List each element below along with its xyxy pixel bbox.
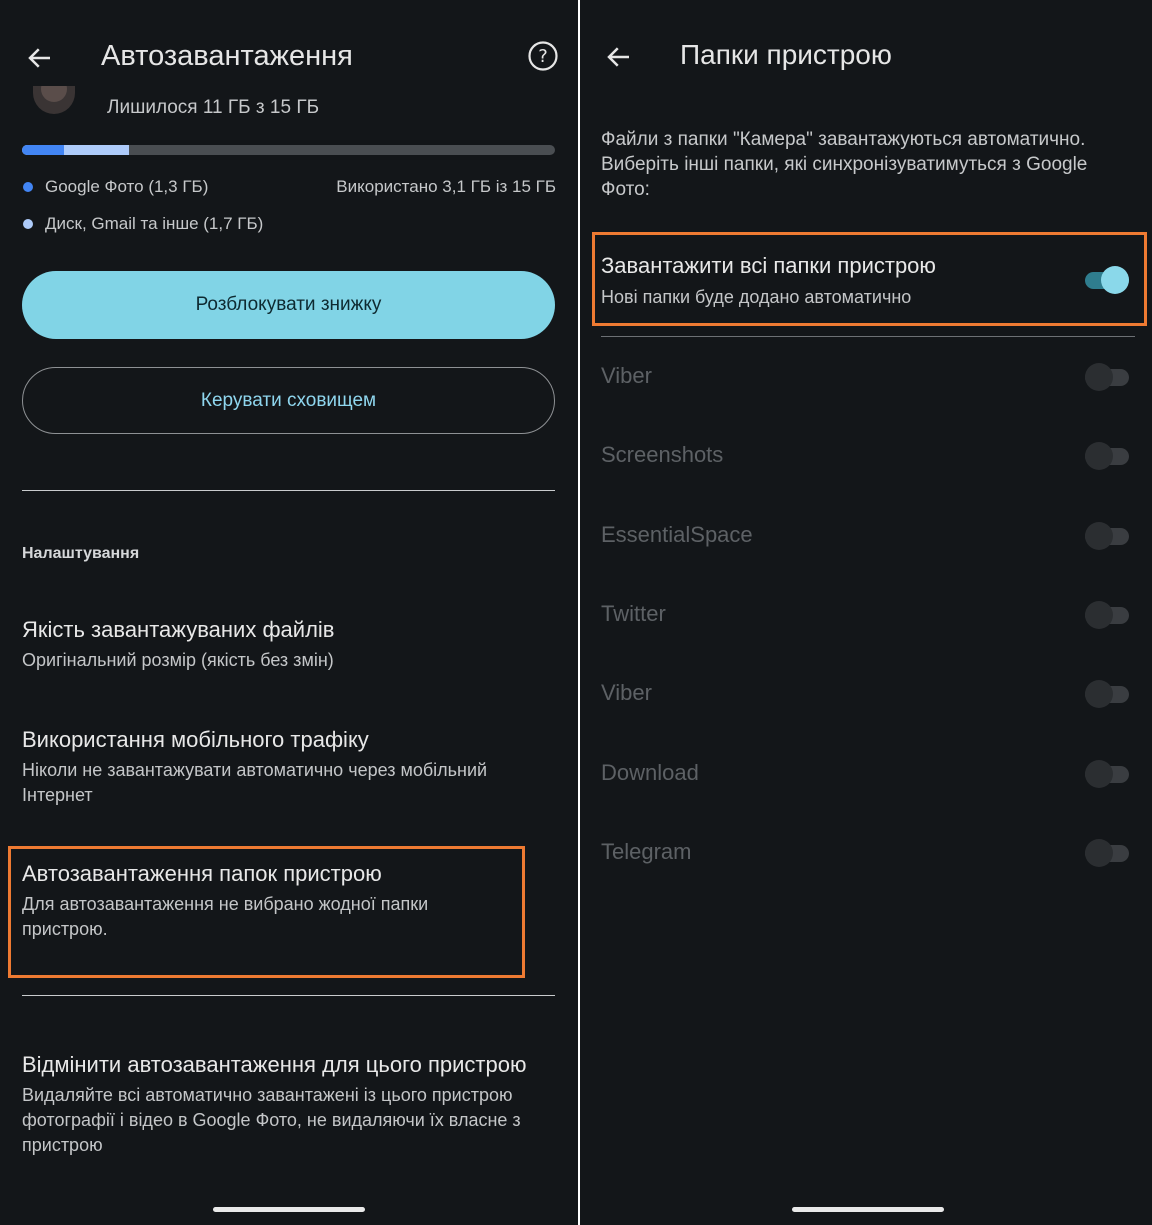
svg-text:?: ? xyxy=(538,46,548,67)
upload-all-toggle[interactable] xyxy=(1085,266,1129,294)
device-folders-setting-title: Автозавантаження папок пристрою xyxy=(22,861,382,886)
folder-name: Download xyxy=(601,759,699,785)
drive-legend-label: Диск, Gmail та інше (1,7 ГБ) xyxy=(45,214,264,233)
disable-auto-upload-setting[interactable]: Відмінити автозавантаження для цього при… xyxy=(22,1052,567,1158)
auto-upload-screen: Автозавантаження ? Лишилося 11 ГБ з 15 Г… xyxy=(0,0,578,1225)
manage-storage-button[interactable]: Керувати сховищем xyxy=(22,367,555,434)
upload-all-subtitle: Нові папки буде додано автоматично xyxy=(601,287,912,307)
photos-legend-label: Google Фото (1,3 ГБ) xyxy=(45,177,209,196)
folder-row[interactable]: Screenshots xyxy=(580,442,1152,474)
folder-row[interactable]: Viber xyxy=(580,363,1152,395)
folder-row[interactable]: Telegram xyxy=(580,838,1152,871)
folder-toggle[interactable] xyxy=(1085,838,1129,867)
folder-name: Screenshots xyxy=(601,442,724,468)
storage-photos-fill xyxy=(22,145,64,155)
device-folders-setting-subtitle: Для автозавантаження не вибрано жодної п… xyxy=(22,894,429,939)
device-folders-setting[interactable]: Автозавантаження папок пристрою Для авто… xyxy=(22,861,512,942)
quality-setting[interactable]: Якість завантажуваних файлів Оригінальни… xyxy=(22,617,557,673)
storage-remaining: Лишилося 11 ГБ з 15 ГБ xyxy=(107,97,320,118)
folder-toggle[interactable] xyxy=(1085,442,1129,471)
folder-toggle[interactable] xyxy=(1085,363,1129,391)
quality-setting-subtitle: Оригінальний розмір (якість без змін) xyxy=(22,650,334,670)
arrow-left-icon[interactable] xyxy=(25,43,55,73)
storage-used-text: Використано 3,1 ГБ із 15 ГБ xyxy=(336,177,556,196)
folder-name: EssentialSpace xyxy=(601,521,753,547)
divider xyxy=(22,490,555,491)
divider xyxy=(22,995,555,996)
device-folders-screen: Папки пристрою Файли з папки "Камера" за… xyxy=(580,0,1152,1225)
folders-description: Файли з папки "Камера" завантажуються ав… xyxy=(601,129,1088,200)
help-circle-icon[interactable]: ? xyxy=(527,40,559,72)
upload-all-title: Завантажити всі папки пристрою xyxy=(601,253,936,278)
home-indicator[interactable] xyxy=(792,1207,944,1212)
disable-auto-upload-title: Відмінити автозавантаження для цього при… xyxy=(22,1052,527,1077)
page-title: Автозавантаження xyxy=(101,40,353,72)
folder-name: Telegram xyxy=(601,838,692,864)
unlock-discount-button[interactable]: Розблокувати знижку xyxy=(22,271,555,339)
page-title: Папки пристрою xyxy=(680,39,892,70)
upload-all-folders-row[interactable]: Завантажити всі папки пристрою Нові папк… xyxy=(601,253,1071,308)
mobile-data-setting[interactable]: Використання мобільного трафіку Ніколи н… xyxy=(22,727,557,808)
divider xyxy=(601,336,1135,337)
mobile-data-setting-subtitle: Ніколи не завантажувати автоматично чере… xyxy=(22,760,488,805)
folder-toggle[interactable] xyxy=(1085,759,1129,788)
folder-toggle[interactable] xyxy=(1085,600,1129,629)
mobile-data-setting-title: Використання мобільного трафіку xyxy=(22,727,369,752)
folder-row[interactable]: Viber xyxy=(580,680,1152,712)
folder-name: Viber xyxy=(601,680,652,706)
settings-section-header: Налаштування xyxy=(22,545,140,562)
avatar[interactable] xyxy=(33,86,75,114)
folder-row[interactable]: EssentialSpace xyxy=(580,521,1152,554)
folder-row[interactable]: Twitter xyxy=(580,600,1152,633)
arrow-left-icon[interactable] xyxy=(604,42,634,72)
folder-name: Twitter xyxy=(601,600,666,626)
home-indicator[interactable] xyxy=(213,1207,365,1212)
drive-legend-dot xyxy=(23,219,33,229)
folder-toggle[interactable] xyxy=(1085,521,1129,550)
folder-name: Viber xyxy=(601,363,652,388)
folder-toggle[interactable] xyxy=(1085,680,1129,709)
folder-row[interactable]: Download xyxy=(580,759,1152,792)
storage-progress-bar xyxy=(22,145,555,155)
photos-legend-dot xyxy=(23,182,33,192)
disable-auto-upload-subtitle: Видаляйте всі автоматично завантажені із… xyxy=(22,1085,521,1155)
quality-setting-title: Якість завантажуваних файлів xyxy=(22,617,335,642)
